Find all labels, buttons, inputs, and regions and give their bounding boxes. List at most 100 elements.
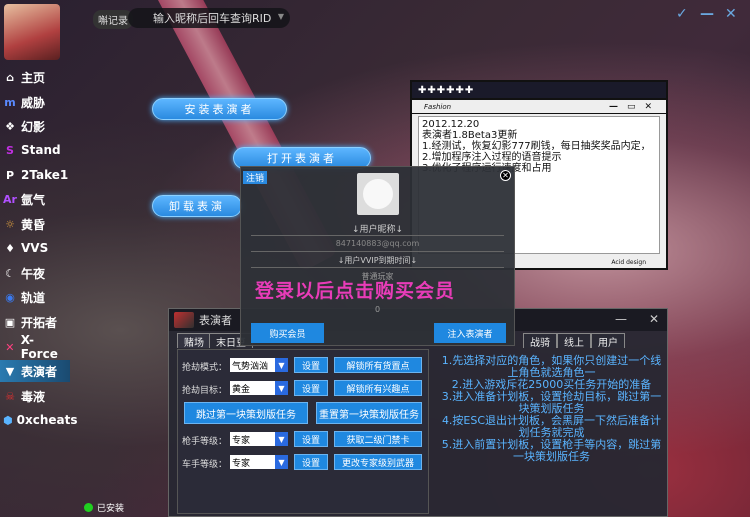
sidebar-item-label: 0xcheats	[16, 413, 78, 427]
sidebar-item-label: 幻影	[21, 119, 46, 134]
sidebar-item[interactable]: ⬢ 0xcheats	[0, 409, 77, 431]
home-icon: ⌂	[6, 70, 14, 84]
sidebar-item[interactable]: S Stand	[0, 139, 70, 161]
changelog-line: 2.增加程序注入过程的语音提示	[422, 152, 562, 163]
changelog-line: 1.经测试，恢复幻影777刷钱，每日抽奖奖品内定，	[422, 141, 651, 152]
user-balance: 0	[374, 305, 381, 314]
0xcheats-icon: ⬢	[3, 413, 13, 427]
user-avatar	[357, 173, 399, 215]
tab-user[interactable]: 用户	[591, 333, 625, 349]
rid-search-text: 输入昵称后回车查询RID	[153, 12, 272, 25]
phantom-icon: ❖	[5, 119, 15, 133]
gunman-level-value: 专家	[232, 435, 251, 446]
sidebar-item[interactable]: ⌂ 主页	[0, 66, 70, 88]
instruction-line: 5.进入前置计划板，设置枪手等内容，跳过第一块策划版任务	[441, 438, 662, 463]
get-keycard-button[interactable]: 获取二级门禁卡	[334, 431, 422, 447]
sidebar-item[interactable]: ▣ 开拓者	[0, 311, 70, 333]
sidebar-item-label: X-Force	[20, 333, 58, 361]
sidebar-item-label: 主页	[21, 70, 46, 85]
main-title: 表演者	[199, 314, 232, 327]
gunman-level-label: 枪手等级：	[182, 437, 228, 447]
account-popup: 注销 ✕ ↓用户昵称↓ 847140883@qq.com ↓用户VVIP到期时间…	[240, 166, 515, 346]
unlock-points-button[interactable]: 解锁所有货置点	[334, 357, 422, 373]
sidebar-item-label: 氩气	[21, 192, 46, 207]
chevron-down-icon[interactable]: ▼	[278, 12, 284, 21]
instruction-line: 3.进入准备计划板，设置抢劫目标，跳过第一块策划版任务	[441, 390, 662, 415]
minimize-button[interactable]: —	[700, 6, 714, 22]
inject-performer-button[interactable]: 注入表演者	[434, 323, 506, 343]
sidebar-item[interactable]: ✕ X-Force	[0, 333, 70, 361]
sidebar-item[interactable]: Ar 氩气	[0, 188, 70, 210]
sidebar-item[interactable]: ❖ 幻影	[0, 115, 70, 137]
rid-search-input[interactable]: 输入昵称后回车查询RID ▼	[128, 8, 290, 28]
reset-first-board-button[interactable]: 重置第一块策划版任务	[316, 402, 422, 424]
heist-target-label: 抢劫目标：	[182, 386, 228, 396]
driver-level-value: 专家	[232, 458, 251, 469]
unlock-interest-button[interactable]: 解锁所有兴趣点	[334, 380, 422, 396]
set-gunman-button[interactable]: 设置	[294, 431, 328, 447]
driver-level-select[interactable]: 专家 ▼	[230, 455, 288, 469]
close-button[interactable]: ✕	[725, 6, 737, 22]
sidebar-item[interactable]: m 威胁	[0, 91, 70, 113]
instruction-line: 4.按ESC退出计划板，会黑屏一下然后准备计划任务就完成	[441, 414, 662, 439]
divider	[251, 251, 504, 252]
sidebar-item-label: 黄昏	[21, 217, 46, 232]
vvs-icon: ♦	[5, 241, 15, 255]
sidebar-item[interactable]: ☾ 午夜	[0, 262, 70, 284]
minimize-icon[interactable]: —	[615, 312, 627, 326]
close-icon[interactable]: ✕	[649, 312, 659, 326]
sidebar-item-label: VVS	[21, 241, 49, 255]
uninstall-performer-button[interactable]: 卸载表演	[152, 195, 242, 217]
sidebar-item-label: 表演者	[21, 364, 58, 379]
logout-button[interactable]: 注销	[243, 171, 268, 184]
sidebar-item[interactable]: ◉ 轨道	[0, 286, 70, 308]
minimize-icon[interactable]: —	[609, 102, 618, 112]
history-tag[interactable]: 嘝记录	[93, 10, 133, 29]
set-mode-button[interactable]: 设置	[294, 357, 328, 373]
changelog-footer: Acid design	[611, 259, 646, 266]
changelog-line: 2012.12.20	[422, 119, 480, 130]
sidebar-item[interactable]: P 2Take1	[0, 164, 70, 186]
install-performer-button[interactable]: 安装表演者	[152, 98, 287, 120]
install-status-text: 已安装	[97, 504, 125, 514]
instructions: 1.先选择对应的角色，如果你只创建过一个线上角色就选角色一 2.进入游戏斥花25…	[439, 355, 664, 463]
midnight-icon: ☾	[5, 266, 15, 280]
vip-expiry: ↓用户VVIP到期时间↓	[337, 256, 418, 265]
install-status: 已安装	[84, 501, 124, 514]
chevron-down-icon: ▼	[275, 455, 288, 469]
sidebar-item[interactable]: ☠ 毒液	[0, 385, 70, 407]
set-target-button[interactable]: 设置	[294, 380, 328, 396]
check-icon[interactable]: ✓	[676, 6, 688, 22]
skip-first-board-button[interactable]: 跳过第一块策划版任务	[184, 402, 308, 424]
changelog-title: ✚✚✚✚✚✚	[412, 82, 666, 100]
buy-vip-button[interactable]: 购买会员	[251, 323, 324, 343]
sidebar-item[interactable]: ♦ VVS	[0, 237, 70, 259]
sidebar-item[interactable]: ▼ 表演者	[0, 360, 70, 382]
close-icon[interactable]: ✕	[500, 170, 511, 181]
performer-logo-icon	[174, 312, 194, 328]
status-dot-icon	[84, 503, 93, 512]
tab-online[interactable]: 线上	[557, 333, 591, 349]
pioneer-icon: ▣	[4, 315, 16, 329]
restore-icon[interactable]: ▭	[627, 102, 636, 112]
close-icon[interactable]: ✕	[644, 102, 652, 112]
sidebar-item-label: Stand	[21, 143, 61, 157]
sidebar: ⌂ 主页 m 威胁 ❖ 幻影 S Stand P 2Take1 Ar 氩气 ☼ 黄昏 ♦ VVS ☾ 午夜 ◉ 轨道 ▣…	[0, 0, 77, 517]
chevron-down-icon: ▼	[275, 432, 288, 446]
orbit-icon: ◉	[5, 290, 15, 304]
heist-target-select[interactable]: 黄金 ▼	[230, 381, 288, 395]
heist-mode-value: 气势汹汹	[232, 361, 269, 372]
changelog-bar-label: Fashion	[424, 102, 452, 111]
tab-casino[interactable]: 赌场	[177, 333, 211, 349]
sidebar-item[interactable]: ☼ 黄昏	[0, 213, 70, 235]
change-weapon-button[interactable]: 更改专家级别武器	[334, 454, 422, 470]
xforce-icon: ✕	[5, 340, 15, 354]
heist-target-value: 黄金	[232, 384, 251, 395]
gunman-level-select[interactable]: 专家 ▼	[230, 432, 288, 446]
set-driver-button[interactable]: 设置	[294, 454, 328, 470]
heist-mode-select[interactable]: 气势汹汹 ▼	[230, 358, 288, 372]
tab-warcraft[interactable]: 战骑	[523, 333, 557, 349]
argon-icon: Ar	[3, 192, 17, 206]
heist-panel: 抢劫模式： 气势汹汹 ▼ 设置 解锁所有货置点 抢劫目标： 黄金 ▼ 设置 解锁所有…	[177, 349, 429, 514]
performer-icon: ▼	[5, 364, 15, 378]
